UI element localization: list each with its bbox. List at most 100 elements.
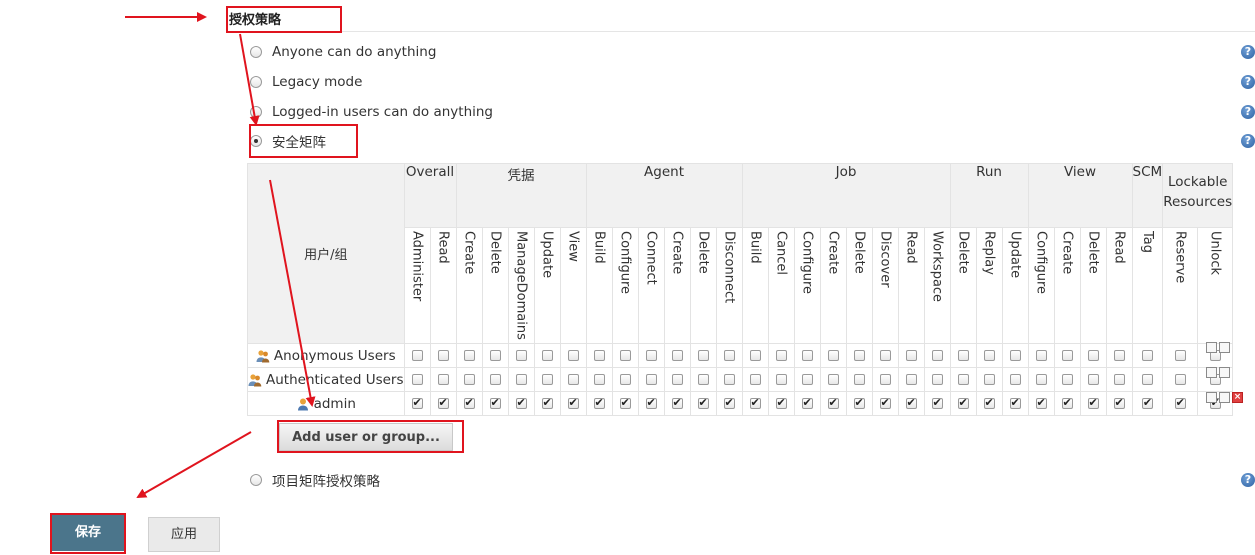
permission-checkbox[interactable] — [1113, 350, 1125, 361]
apply-button[interactable]: 应用 — [148, 517, 220, 552]
permission-checkbox[interactable] — [437, 350, 449, 361]
option-project-matrix[interactable]: 项目矩阵授权策略 — [250, 470, 380, 490]
help-icon[interactable]: ? — [1241, 75, 1255, 89]
permission-checkbox[interactable] — [879, 374, 891, 385]
permission-checkbox[interactable] — [749, 350, 761, 361]
permission-checkbox[interactable] — [749, 374, 761, 385]
permission-checkbox[interactable] — [1141, 374, 1153, 385]
permission-checkbox[interactable] — [1174, 350, 1186, 361]
permission-checkbox[interactable] — [567, 396, 579, 409]
radio-button[interactable] — [250, 46, 262, 58]
permission-checkbox[interactable] — [827, 374, 839, 385]
permission-checkbox[interactable] — [879, 350, 891, 361]
permission-checkbox[interactable] — [593, 374, 605, 385]
permission-checkbox[interactable] — [1174, 374, 1186, 385]
help-icon[interactable]: ? — [1241, 473, 1255, 487]
permission-checkbox[interactable] — [853, 374, 865, 385]
help-icon[interactable]: ? — [1241, 45, 1255, 59]
permission-checkbox[interactable] — [905, 396, 917, 409]
permission-checkbox[interactable] — [905, 374, 917, 385]
permission-checkbox[interactable] — [541, 350, 553, 361]
option-3[interactable]: 安全矩阵 — [250, 131, 326, 151]
permission-checkbox[interactable] — [437, 396, 449, 409]
permission-checkbox[interactable] — [775, 374, 787, 385]
permission-checkbox[interactable] — [827, 396, 839, 409]
permission-checkbox[interactable] — [697, 350, 709, 361]
option-1[interactable]: Legacy mode — [250, 72, 362, 92]
radio-button[interactable] — [250, 135, 262, 147]
select-all-icon[interactable] — [1206, 342, 1217, 353]
help-icon[interactable]: ? — [1241, 134, 1255, 148]
permission-checkbox[interactable] — [853, 396, 865, 409]
permission-checkbox[interactable] — [619, 350, 631, 361]
permission-checkbox[interactable] — [801, 350, 813, 361]
permission-checkbox[interactable] — [645, 350, 657, 361]
unselect-all-icon[interactable] — [1219, 392, 1230, 403]
select-all-icon[interactable] — [1206, 367, 1217, 378]
permission-checkbox[interactable] — [463, 350, 475, 361]
option-2[interactable]: Logged-in users can do anything — [250, 102, 493, 122]
permission-checkbox[interactable] — [749, 396, 761, 409]
permission-checkbox[interactable] — [671, 396, 683, 409]
permission-checkbox[interactable] — [411, 396, 423, 409]
permission-checkbox[interactable] — [567, 374, 579, 385]
permission-checkbox[interactable] — [411, 350, 423, 361]
radio-button[interactable] — [250, 76, 262, 88]
permission-checkbox[interactable] — [463, 396, 475, 409]
permission-checkbox[interactable] — [905, 350, 917, 361]
permission-checkbox[interactable] — [1035, 396, 1047, 409]
permission-checkbox[interactable] — [489, 396, 501, 409]
permission-checkbox[interactable] — [671, 374, 683, 385]
permission-checkbox[interactable] — [1087, 350, 1099, 361]
permission-checkbox[interactable] — [1087, 396, 1099, 409]
permission-checkbox[interactable] — [775, 350, 787, 361]
permission-checkbox[interactable] — [541, 374, 553, 385]
permission-checkbox[interactable] — [1141, 396, 1153, 409]
permission-checkbox[interactable] — [879, 396, 891, 409]
permission-checkbox[interactable] — [1009, 374, 1021, 385]
radio-button[interactable] — [250, 106, 262, 118]
permission-checkbox[interactable] — [593, 350, 605, 361]
permission-checkbox[interactable] — [827, 350, 839, 361]
permission-checkbox[interactable] — [1061, 350, 1073, 361]
permission-checkbox[interactable] — [1174, 396, 1186, 409]
permission-checkbox[interactable] — [541, 396, 553, 409]
save-button[interactable]: 保存 — [52, 515, 124, 551]
permission-checkbox[interactable] — [515, 374, 527, 385]
permission-checkbox[interactable] — [1009, 396, 1021, 409]
permission-checkbox[interactable] — [1113, 374, 1125, 385]
permission-checkbox[interactable] — [775, 396, 787, 409]
permission-checkbox[interactable] — [671, 350, 683, 361]
permission-checkbox[interactable] — [723, 396, 735, 409]
permission-checkbox[interactable] — [515, 396, 527, 409]
permission-checkbox[interactable] — [801, 396, 813, 409]
permission-checkbox[interactable] — [463, 374, 475, 385]
permission-checkbox[interactable] — [801, 374, 813, 385]
permission-checkbox[interactable] — [1035, 374, 1047, 385]
permission-checkbox[interactable] — [931, 374, 943, 385]
permission-checkbox[interactable] — [983, 374, 995, 385]
permission-checkbox[interactable] — [619, 396, 631, 409]
permission-checkbox[interactable] — [645, 396, 657, 409]
permission-checkbox[interactable] — [489, 374, 501, 385]
permission-checkbox[interactable] — [697, 396, 709, 409]
permission-checkbox[interactable] — [723, 350, 735, 361]
permission-checkbox[interactable] — [411, 374, 423, 385]
permission-checkbox[interactable] — [697, 374, 709, 385]
permission-checkbox[interactable] — [853, 350, 865, 361]
permission-checkbox[interactable] — [1061, 396, 1073, 409]
permission-checkbox[interactable] — [1009, 350, 1021, 361]
permission-checkbox[interactable] — [1087, 374, 1099, 385]
permission-checkbox[interactable] — [957, 350, 969, 361]
permission-checkbox[interactable] — [1061, 374, 1073, 385]
permission-checkbox[interactable] — [983, 396, 995, 409]
radio-project-matrix[interactable] — [250, 474, 262, 486]
permission-checkbox[interactable] — [1113, 396, 1125, 409]
permission-checkbox[interactable] — [931, 350, 943, 361]
permission-checkbox[interactable] — [567, 350, 579, 361]
option-0[interactable]: Anyone can do anything — [250, 42, 436, 62]
permission-checkbox[interactable] — [619, 374, 631, 385]
help-icon[interactable]: ? — [1241, 105, 1255, 119]
permission-checkbox[interactable] — [645, 374, 657, 385]
permission-checkbox[interactable] — [931, 396, 943, 409]
